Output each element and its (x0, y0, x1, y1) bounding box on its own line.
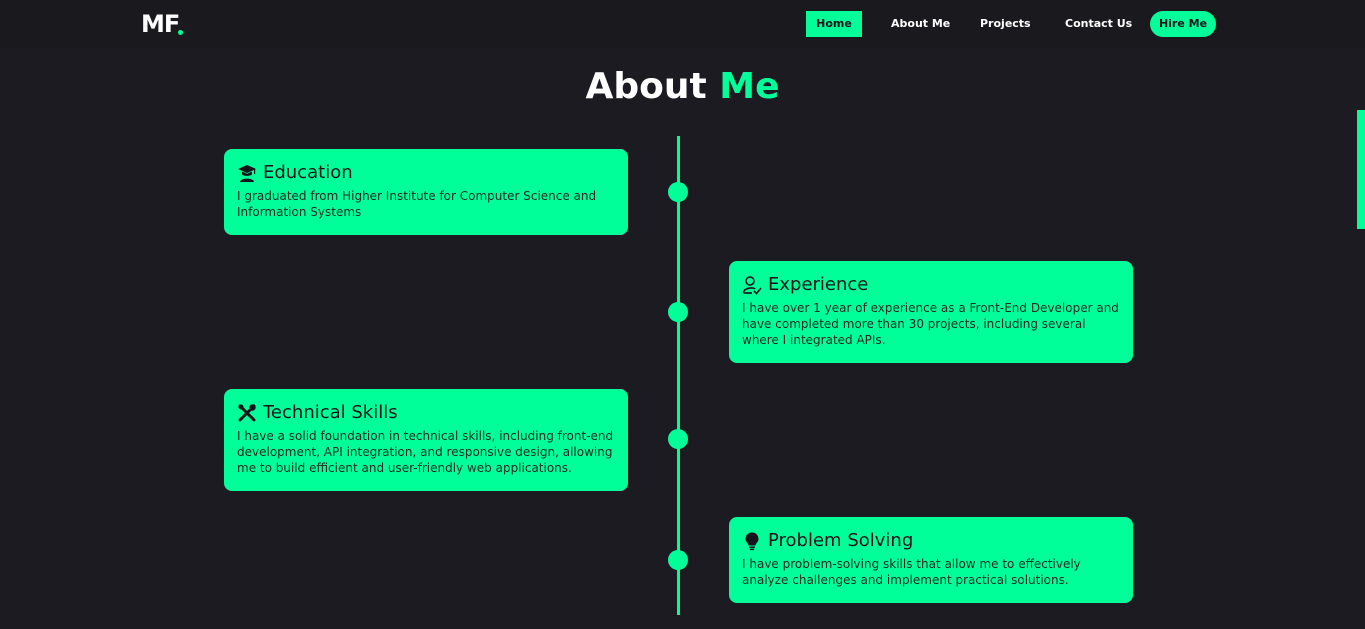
graduate-icon (237, 163, 257, 183)
nav-link-about[interactable]: About Me (891, 11, 950, 37)
nav-link-home[interactable]: Home (806, 11, 862, 37)
lightbulb-icon (742, 531, 762, 551)
timeline-line (677, 136, 680, 615)
page-title-main: About (585, 66, 707, 107)
timeline-card-experience: Experience I have over 1 year of experie… (729, 261, 1133, 363)
timeline-dot (668, 182, 688, 202)
card-text: I have a solid foundation in technical s… (237, 429, 614, 475)
page-title-accent: Me (719, 66, 780, 107)
nav-link-projects[interactable]: Projects (980, 11, 1031, 37)
user-check-icon (742, 275, 762, 295)
timeline-dot (668, 429, 688, 449)
timeline-dot (668, 302, 688, 322)
card-text: I graduated from Higher Institute for Co… (237, 189, 597, 219)
nav-link-contact[interactable]: Contact Us (1065, 11, 1132, 37)
card-title: Experience (768, 274, 869, 295)
tools-icon (237, 403, 257, 423)
navbar: MF Home About Me Projects Contact Us Hir… (0, 0, 1365, 48)
timeline-card-technical-skills: Technical Skills I have a solid foundati… (224, 389, 628, 491)
logo-dot (178, 30, 183, 35)
hire-me-button[interactable]: Hire Me (1150, 11, 1216, 37)
card-title: Problem Solving (768, 530, 914, 551)
timeline-card-education: Education I graduated from Higher Instit… (224, 149, 628, 235)
timeline-dot (668, 550, 688, 570)
card-text: I have over 1 year of experience as a Fr… (742, 301, 1119, 347)
timeline-card-problem-solving: Problem Solving I have problem-solving s… (729, 517, 1133, 603)
card-text: I have problem-solving skills that allow… (742, 557, 1081, 587)
scroll-indicator[interactable] (1357, 110, 1365, 229)
card-title: Technical Skills (263, 402, 398, 423)
page-title: About Me (0, 66, 1365, 107)
logo[interactable]: MF (141, 10, 180, 38)
card-title: Education (263, 162, 353, 183)
